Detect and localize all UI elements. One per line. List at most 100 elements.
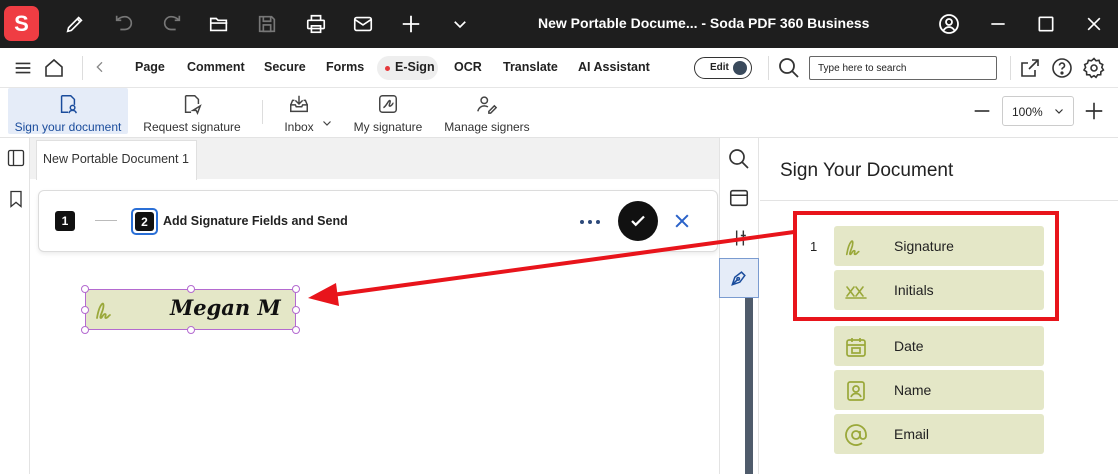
pen-nib-icon <box>729 268 749 288</box>
mail-icon[interactable] <box>351 12 375 36</box>
step-connector <box>95 220 117 221</box>
account-icon[interactable] <box>937 12 961 36</box>
cancel-x-icon[interactable] <box>672 211 692 231</box>
left-sidebar-rail <box>0 138 30 474</box>
minimize-icon[interactable] <box>986 12 1010 36</box>
menu-bar: Page Comment Secure Forms E-Sign OCR Tra… <box>0 48 1118 88</box>
toggle-knob <box>733 61 747 75</box>
more-options-icon[interactable] <box>578 212 602 232</box>
undo-icon[interactable] <box>112 12 136 36</box>
logo-letter: S <box>14 10 29 36</box>
step-2-label: Add Signature Fields and Send <box>163 214 348 228</box>
inbox-icon <box>287 92 311 116</box>
zoom-out-icon[interactable] <box>971 100 993 122</box>
save-icon[interactable] <box>255 12 279 36</box>
resize-handle[interactable] <box>81 306 89 314</box>
resize-handle[interactable] <box>81 326 89 334</box>
request-signature-label: Request signature <box>143 120 241 134</box>
step-2-number: 2 <box>141 214 148 229</box>
chevron-left-icon[interactable] <box>92 59 108 75</box>
menu-ai-assistant[interactable]: AI Assistant <box>578 60 650 74</box>
step-2-indicator[interactable]: 2 <box>135 212 154 231</box>
help-icon[interactable] <box>1050 56 1074 80</box>
chevron-down-icon[interactable] <box>448 12 472 36</box>
menu-ocr[interactable]: OCR <box>454 60 482 74</box>
zoom-in-icon[interactable] <box>1083 100 1105 122</box>
id-card-icon <box>844 379 866 401</box>
panel-toggle-icon[interactable] <box>6 148 26 168</box>
thumbnails-icon[interactable] <box>728 187 750 209</box>
menu-forms[interactable]: Forms <box>326 60 364 74</box>
request-signature-icon <box>180 92 204 116</box>
settings-gear-icon[interactable] <box>1082 56 1106 80</box>
open-folder-icon[interactable] <box>207 12 231 36</box>
sign-your-document-button[interactable]: Sign your document <box>8 88 128 134</box>
zoom-select[interactable]: 100% <box>1002 96 1074 126</box>
properties-icon[interactable] <box>730 228 750 248</box>
my-signature-button[interactable]: My signature <box>349 88 427 134</box>
scrollbar[interactable] <box>745 298 753 474</box>
calendar-icon <box>844 335 866 357</box>
bookmark-icon[interactable] <box>6 188 26 210</box>
inbox-chevron-down-icon[interactable] <box>321 117 333 129</box>
request-signature-button[interactable]: Request signature <box>139 88 245 134</box>
email-field-button[interactable]: Email <box>834 414 1044 454</box>
resize-handle[interactable] <box>187 326 195 334</box>
search-input[interactable] <box>809 56 997 80</box>
inbox-button[interactable]: Inbox <box>279 88 319 134</box>
menu-divider <box>1010 56 1011 80</box>
panel-title: Sign Your Document <box>780 160 954 181</box>
field-label-name: Name <box>894 382 932 398</box>
resize-handle[interactable] <box>292 306 300 314</box>
title-bar: S New Portable Docume... - Soda PDF 360 … <box>0 0 1118 48</box>
pen-icon[interactable] <box>63 12 87 36</box>
resize-handle[interactable] <box>292 285 300 293</box>
menu-secure[interactable]: Secure <box>264 60 306 74</box>
menu-divider <box>82 56 83 80</box>
toolbar-divider <box>262 100 263 124</box>
manage-signers-label: Manage signers <box>444 120 530 134</box>
manage-signers-icon <box>475 92 499 116</box>
menu-page[interactable]: Page <box>135 60 165 74</box>
highlight-box <box>793 211 1059 321</box>
close-icon[interactable] <box>1082 12 1106 36</box>
document-tab[interactable]: New Portable Document 1 <box>36 140 197 180</box>
at-sign-icon <box>844 423 867 446</box>
plus-icon[interactable] <box>399 12 423 36</box>
field-label-email: Email <box>894 426 930 442</box>
print-icon[interactable] <box>304 12 328 36</box>
field-label-date: Date <box>894 338 924 354</box>
home-icon[interactable] <box>42 56 66 80</box>
date-field-button[interactable]: Date <box>834 326 1044 366</box>
maximize-icon[interactable] <box>1034 12 1058 36</box>
signature-field-icon <box>94 298 120 322</box>
menu-esign[interactable]: E-Sign <box>395 60 435 74</box>
redo-icon[interactable] <box>160 12 184 36</box>
app-logo[interactable]: S <box>4 6 39 41</box>
resize-handle[interactable] <box>187 285 195 293</box>
inbox-label: Inbox <box>284 120 314 134</box>
edit-toggle[interactable]: Edit <box>694 57 752 79</box>
manage-signers-button[interactable]: Manage signers <box>441 88 533 134</box>
panel-divider <box>760 200 1118 201</box>
step-1-number: 1 <box>61 214 69 228</box>
checkmark-icon <box>631 215 645 227</box>
search-panel-icon[interactable] <box>727 147 751 171</box>
edit-toggle-label: Edit <box>710 62 729 73</box>
confirm-button[interactable] <box>618 201 658 241</box>
search-icon[interactable] <box>777 56 801 80</box>
menu-comment[interactable]: Comment <box>187 60 245 74</box>
document-tab-title: New Portable Document 1 <box>43 152 189 166</box>
zoom-value: 100% <box>1012 105 1043 119</box>
name-field-button[interactable]: Name <box>834 370 1044 410</box>
zoom-chevron-down-icon <box>1053 105 1065 117</box>
resize-handle[interactable] <box>81 285 89 293</box>
esign-toolbar: Sign your document Request signature Inb… <box>0 88 1118 138</box>
share-icon[interactable] <box>1018 56 1042 80</box>
menu-translate[interactable]: Translate <box>503 60 558 74</box>
hamburger-menu-icon[interactable] <box>12 57 34 79</box>
signature-text: Megan M <box>170 295 281 320</box>
resize-handle[interactable] <box>292 326 300 334</box>
step-1-indicator[interactable]: 1 <box>55 211 75 231</box>
my-signature-icon <box>376 92 400 116</box>
